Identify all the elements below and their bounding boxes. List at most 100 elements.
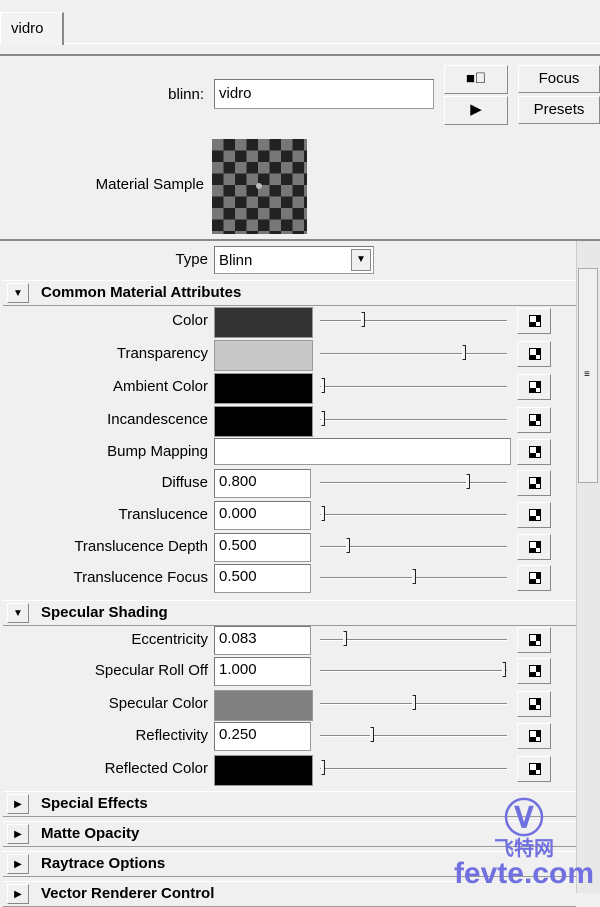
slider-handle[interactable] [321, 506, 325, 521]
slider-track[interactable] [320, 639, 507, 641]
section-header[interactable]: ▼ Common Material Attributes [3, 280, 576, 306]
map-texture-button[interactable] [517, 341, 551, 367]
section-header[interactable]: ▼ Specular Shading [3, 600, 576, 626]
slider-track[interactable] [320, 735, 507, 737]
slider-handle[interactable] [411, 695, 416, 710]
map-texture-button[interactable] [517, 534, 551, 560]
map-texture-button[interactable] [517, 691, 551, 717]
value-input[interactable]: 0.500 [214, 564, 311, 593]
attribute-row: Reflectivity 0.250 [0, 721, 576, 751]
scrollbar-thumb[interactable]: ≡ [578, 268, 598, 483]
map-texture-button[interactable] [517, 470, 551, 496]
checker-map-icon [529, 315, 541, 327]
slider-handle[interactable] [465, 474, 470, 489]
expanded-arrow-icon[interactable]: ▼ [7, 603, 29, 623]
slider-track[interactable] [320, 482, 507, 484]
tab-divider [64, 43, 600, 44]
focus-button[interactable]: Focus [518, 65, 600, 93]
color-swatch[interactable] [214, 340, 313, 371]
input-connections-button[interactable]: ■⃞ [444, 65, 508, 94]
slider-track[interactable] [320, 670, 507, 672]
value-input[interactable]: 0.500 [214, 533, 311, 562]
tab-vidro[interactable]: vidro [0, 12, 64, 45]
watermark-logo: Ⓥ 飞特网 fevte.com [453, 797, 594, 890]
attribute-label: Transparency [116, 345, 208, 362]
slider-track[interactable] [320, 768, 507, 770]
color-swatch[interactable] [214, 406, 313, 437]
section-title: Specular Shading [41, 604, 168, 621]
map-texture-button[interactable] [517, 374, 551, 400]
attribute-label: Eccentricity [131, 631, 208, 648]
map-texture-button[interactable] [517, 439, 551, 465]
section-title: Special Effects [41, 795, 148, 812]
slider-handle[interactable] [346, 538, 351, 553]
value-input[interactable]: 1.000 [214, 657, 311, 686]
watermark-site: fevte.com [453, 857, 594, 890]
presets-button[interactable]: Presets [518, 96, 600, 124]
color-swatch[interactable] [214, 307, 313, 338]
attribute-label: Diffuse [161, 474, 208, 491]
slider-handle[interactable] [342, 631, 347, 646]
map-texture-button[interactable] [517, 308, 551, 334]
input-connection-icon: ■⃞ [465, 70, 487, 87]
slider-handle[interactable] [360, 312, 365, 327]
map-texture-button[interactable] [517, 627, 551, 653]
attribute-row: Transparency [0, 339, 576, 371]
slider-track[interactable] [320, 419, 507, 421]
type-dropdown[interactable]: Blinn ▼ [214, 246, 374, 274]
map-texture-button[interactable] [517, 565, 551, 591]
attribute-row: Diffuse 0.800 [0, 468, 576, 498]
slider-track[interactable] [320, 320, 507, 322]
checker-map-icon [529, 698, 541, 710]
attribute-label: Specular Roll Off [94, 662, 208, 679]
attribute-label: Translucence [118, 506, 209, 523]
color-swatch[interactable] [214, 690, 313, 721]
slider-handle[interactable] [369, 727, 374, 742]
attribute-row: Translucence 0.000 [0, 500, 576, 530]
color-swatch[interactable] [214, 373, 313, 404]
attribute-row: Bump Mapping [0, 437, 576, 467]
attribute-label: Translucence Focus [73, 569, 208, 586]
map-texture-button[interactable] [517, 723, 551, 749]
checker-map-icon [529, 572, 541, 584]
value-input[interactable]: 0.000 [214, 501, 311, 530]
type-value: Blinn [219, 252, 253, 269]
slider-handle[interactable] [321, 760, 325, 775]
map-texture-button[interactable] [517, 502, 551, 528]
slider-track[interactable] [320, 386, 507, 388]
attribute-row: Translucence Depth 0.500 [0, 532, 576, 562]
section-title: Matte Opacity [41, 825, 140, 842]
section-title: Vector Renderer Control [41, 885, 215, 902]
value-input[interactable] [214, 438, 511, 465]
slider-track[interactable] [320, 514, 507, 516]
attribute-row: Reflected Color [0, 754, 576, 786]
collapsed-arrow-icon[interactable]: ▶ [7, 854, 29, 874]
slider-handle[interactable] [321, 411, 325, 426]
attribute-row: Specular Color [0, 689, 576, 721]
slider-track[interactable] [320, 353, 507, 355]
collapsed-arrow-icon[interactable]: ▶ [7, 884, 29, 904]
output-connections-button[interactable]: ▶ [444, 96, 508, 125]
checker-map-icon [529, 665, 541, 677]
node-name-input[interactable]: vidro [214, 79, 434, 109]
attribute-label: Specular Color [108, 695, 208, 712]
watermark-brand: 飞特网 [493, 838, 554, 860]
collapsed-arrow-icon[interactable]: ▶ [7, 794, 29, 814]
checker-map-icon [529, 446, 541, 458]
slider-handle[interactable] [502, 662, 506, 677]
checker-map-icon [529, 730, 541, 742]
expanded-arrow-icon[interactable]: ▼ [7, 283, 29, 303]
checker-map-icon [529, 414, 541, 426]
color-swatch[interactable] [214, 755, 313, 786]
value-input[interactable]: 0.800 [214, 469, 311, 498]
checker-map-icon [529, 381, 541, 393]
map-texture-button[interactable] [517, 407, 551, 433]
slider-handle[interactable] [462, 345, 467, 360]
map-texture-button[interactable] [517, 756, 551, 782]
collapsed-arrow-icon[interactable]: ▶ [7, 824, 29, 844]
map-texture-button[interactable] [517, 658, 551, 684]
slider-handle[interactable] [321, 378, 325, 393]
slider-handle[interactable] [411, 569, 416, 584]
value-input[interactable]: 0.250 [214, 722, 311, 751]
value-input[interactable]: 0.083 [214, 626, 311, 655]
